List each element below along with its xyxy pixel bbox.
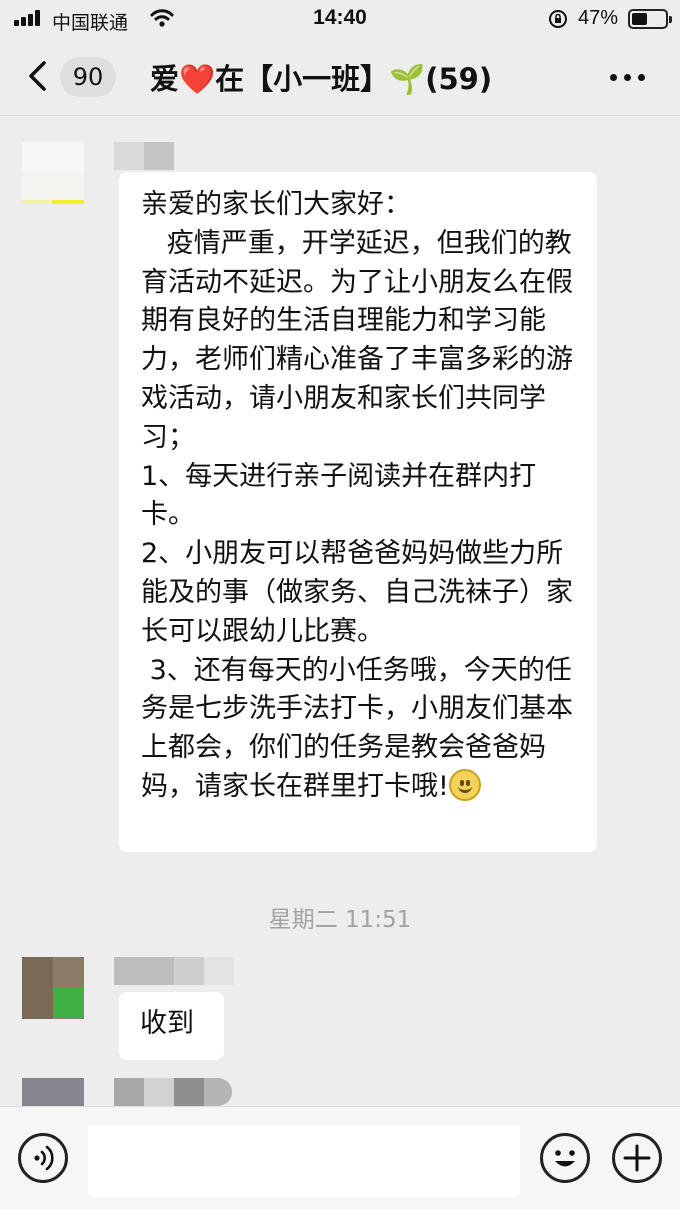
emoji-icon[interactable] <box>540 1133 590 1183</box>
voice-icon[interactable] <box>18 1133 68 1183</box>
avatar[interactable] <box>22 142 84 204</box>
chat-header: 90 爱❤️在【小一班】🌱(59) <box>0 38 680 116</box>
sender-name-blurred <box>114 1078 232 1106</box>
avatar[interactable] <box>22 957 84 1019</box>
unread-count-badge[interactable]: 90 <box>60 57 116 97</box>
rotation-lock-icon <box>548 9 568 29</box>
battery-percent: 47% <box>578 7 619 29</box>
more-dots-icon[interactable] <box>610 74 646 82</box>
message-text: 收到 <box>140 1008 194 1039</box>
plus-icon[interactable] <box>612 1133 662 1183</box>
sender-name-blurred <box>114 957 234 985</box>
chevron-left-icon[interactable] <box>26 60 50 92</box>
message-bubble[interactable]: 亲爱的家长们大家好： 疫情严重，开学延迟，但我们的教育活动不延迟。为了让小朋友么… <box>119 172 597 852</box>
chat-title: 爱❤️在【小一班】🌱(59) <box>150 62 493 96</box>
sender-name-blurred <box>114 142 174 170</box>
smile-emoji <box>448 768 481 801</box>
avatar[interactable] <box>22 1078 84 1106</box>
message-text: 亲爱的家长们大家好： 疫情严重，开学延迟，但我们的教育活动不延迟。为了让小朋友么… <box>141 189 573 802</box>
message-input[interactable] <box>88 1125 520 1197</box>
time-separator: 星期二 11:51 <box>268 907 412 933</box>
message-bubble[interactable]: 收到 <box>119 992 224 1060</box>
status-bar: 中国联通 14:40 47% <box>0 0 680 38</box>
battery-icon <box>628 9 672 29</box>
input-bar <box>0 1106 680 1209</box>
